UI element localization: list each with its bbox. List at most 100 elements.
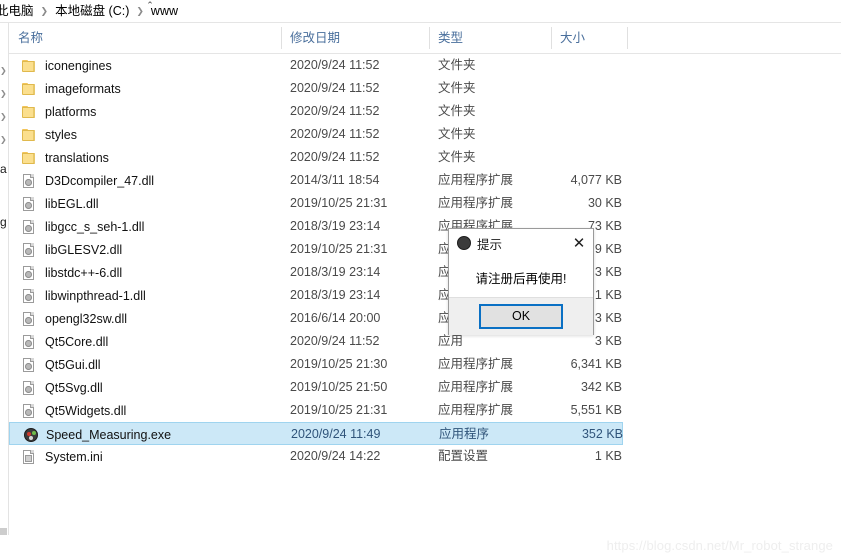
column-header-row: 名称 修改日期 类型 大小: [9, 23, 841, 54]
file-name-cell[interactable]: Qt5Widgets.dll: [9, 399, 126, 422]
prompt-dialog[interactable]: 提示 ✕ 请注册后再使用! OK: [448, 228, 594, 335]
file-name-cell[interactable]: Qt5Svg.dll: [9, 376, 103, 399]
file-name-label: libstdc++-6.dll: [45, 265, 123, 280]
navigation-pane-scrollbar[interactable]: [0, 528, 7, 535]
navigation-pane[interactable]: ❯ ❯ ❯ ❯ a g: [0, 23, 9, 535]
file-type-cell: 应用程序扩展: [438, 357, 514, 371]
file-type-cell: 文件夹: [438, 58, 476, 72]
file-row[interactable]: platforms 2020/9/24 11:52 文件夹: [9, 100, 623, 123]
dll-file-icon: [22, 357, 38, 372]
app-icon: [457, 236, 471, 250]
breadcrumb[interactable]: 此电脑 ❯ 本地磁盘 (C:) ❯ www: [0, 0, 841, 23]
chevron-right-icon[interactable]: ❯: [0, 90, 8, 98]
file-name-cell[interactable]: libwinpthread-1.dll: [9, 284, 146, 307]
dll-file-icon: [22, 242, 38, 257]
dll-file-icon: [22, 334, 38, 349]
column-header-size[interactable]: 大小: [551, 23, 627, 53]
file-row[interactable]: libEGL.dll 2019/10/25 21:31 应用程序扩展 30 KB: [9, 192, 623, 215]
file-size-cell: [514, 77, 622, 100]
file-name-label: libEGL.dll: [45, 196, 99, 211]
dll-file-icon: [22, 265, 38, 280]
file-row[interactable]: Speed_Measuring.exe 2020/9/24 11:49 应用程序 35…: [9, 422, 623, 445]
file-name-cell[interactable]: imageformats: [9, 77, 121, 100]
nav-item-label-fragment[interactable]: g: [0, 216, 7, 228]
nav-item-label-fragment[interactable]: a: [0, 163, 7, 175]
file-type-cell: 文件夹: [438, 127, 476, 141]
file-name-label: Qt5Svg.dll: [45, 380, 103, 395]
file-row[interactable]: Qt5Svg.dll 2019/10/25 21:50 应用程序扩展 342 KB: [9, 376, 623, 399]
file-row[interactable]: translations 2020/9/24 11:52 文件夹: [9, 146, 623, 169]
file-name-label: Qt5Widgets.dll: [45, 403, 127, 418]
file-name-label: libwinpthread-1.dll: [45, 288, 146, 303]
file-list[interactable]: iconengines 2020/9/24 11:52 文件夹 imageformat…: [9, 54, 841, 535]
chevron-right-icon[interactable]: ❯: [0, 67, 8, 75]
file-date-cell: 2019/10/25 21:30: [290, 357, 388, 371]
file-type-cell: 文件夹: [438, 150, 476, 164]
sort-ascending-icon: ⌃: [146, 0, 154, 10]
ok-button[interactable]: OK: [479, 304, 563, 329]
file-name-cell[interactable]: platforms: [9, 100, 96, 123]
dialog-title: 提示: [477, 237, 503, 252]
file-size-cell: 30 KB: [587, 196, 622, 210]
file-name-cell[interactable]: opengl32sw.dll: [9, 307, 127, 330]
breadcrumb-item-local-disk[interactable]: 本地磁盘 (C:): [55, 0, 129, 22]
file-name-cell[interactable]: D3Dcompiler_47.dll: [9, 169, 154, 192]
folder-icon: [22, 59, 38, 73]
file-date-cell: 2020/9/24 14:22: [290, 449, 381, 463]
file-date-cell: 2019/10/25 21:50: [290, 380, 388, 394]
close-icon[interactable]: ✕: [569, 233, 589, 253]
dll-file-icon: [22, 288, 38, 303]
file-row[interactable]: imageformats 2020/9/24 11:52 文件夹: [9, 77, 623, 100]
file-date-cell: 2019/10/25 21:31: [290, 242, 388, 256]
file-date-cell: 2019/10/25 21:31: [290, 196, 388, 210]
folder-icon: [22, 82, 38, 96]
file-name-cell[interactable]: styles: [9, 123, 77, 146]
breadcrumb-item-this-pc[interactable]: 此电脑: [0, 0, 34, 22]
application-icon: [23, 427, 39, 442]
dialog-titlebar[interactable]: 提示 ✕: [449, 229, 593, 257]
dialog-message: 请注册后再使用!: [475, 271, 567, 286]
file-date-cell: 2014/3/11 18:54: [290, 173, 380, 187]
file-date-cell: 2018/3/19 23:14: [290, 288, 381, 302]
ini-file-icon: [22, 449, 38, 464]
column-header-date-modified[interactable]: 修改日期: [281, 23, 429, 53]
column-header-type[interactable]: 类型: [429, 23, 551, 53]
chevron-right-icon[interactable]: ❯: [0, 136, 8, 144]
file-name-cell[interactable]: Speed_Measuring.exe: [10, 423, 171, 446]
file-date-cell: 2019/10/25 21:31: [290, 403, 388, 417]
file-row[interactable]: iconengines 2020/9/24 11:52 文件夹: [9, 54, 623, 77]
file-row[interactable]: System.ini 2020/9/24 14:22 配置设置 1 KB: [9, 445, 623, 468]
file-date-cell: 2020/9/24 11:49: [291, 427, 381, 441]
file-name-cell[interactable]: libGLESV2.dll: [9, 238, 122, 261]
file-name-cell[interactable]: Qt5Gui.dll: [9, 353, 101, 376]
file-name-label: Speed_Measuring.exe: [46, 427, 172, 442]
file-size-cell: [514, 123, 622, 146]
dll-file-icon: [22, 311, 38, 326]
file-name-cell[interactable]: Qt5Core.dll: [9, 330, 108, 353]
file-type-cell: 配置设置: [438, 449, 489, 463]
file-date-cell: 2020/9/24 11:52: [290, 81, 380, 95]
file-name-label: translations: [45, 150, 109, 165]
file-name-cell[interactable]: System.ini: [9, 445, 103, 468]
column-header-name[interactable]: 名称: [9, 23, 281, 53]
file-type-cell: 应用程序扩展: [438, 380, 514, 394]
file-row[interactable]: styles 2020/9/24 11:52 文件夹: [9, 123, 623, 146]
file-name-label: System.ini: [45, 449, 103, 464]
file-name-cell[interactable]: libgcc_s_seh-1.dll: [9, 215, 144, 238]
file-row[interactable]: Qt5Widgets.dll 2019/10/25 21:31 应用程序扩展 5,55…: [9, 399, 623, 422]
file-name-cell[interactable]: iconengines: [9, 54, 112, 77]
dll-file-icon: [22, 380, 38, 395]
file-date-cell: 2016/6/14 20:00: [290, 311, 381, 325]
folder-icon: [22, 105, 38, 119]
file-name-label: platforms: [45, 104, 97, 119]
file-size-cell: 5,551 KB: [570, 403, 622, 417]
dll-file-icon: [22, 173, 38, 188]
column-divider[interactable]: [627, 27, 628, 49]
file-name-cell[interactable]: libEGL.dll: [9, 192, 99, 215]
file-row[interactable]: D3Dcompiler_47.dll 2014/3/11 18:54 应用程序扩展 4…: [9, 169, 623, 192]
file-row[interactable]: Qt5Gui.dll 2019/10/25 21:30 应用程序扩展 6,341 KB: [9, 353, 623, 376]
file-name-cell[interactable]: libstdc++-6.dll: [9, 261, 122, 284]
file-date-cell: 2020/9/24 11:52: [290, 334, 380, 348]
file-name-cell[interactable]: translations: [9, 146, 109, 169]
chevron-right-icon[interactable]: ❯: [0, 113, 8, 121]
